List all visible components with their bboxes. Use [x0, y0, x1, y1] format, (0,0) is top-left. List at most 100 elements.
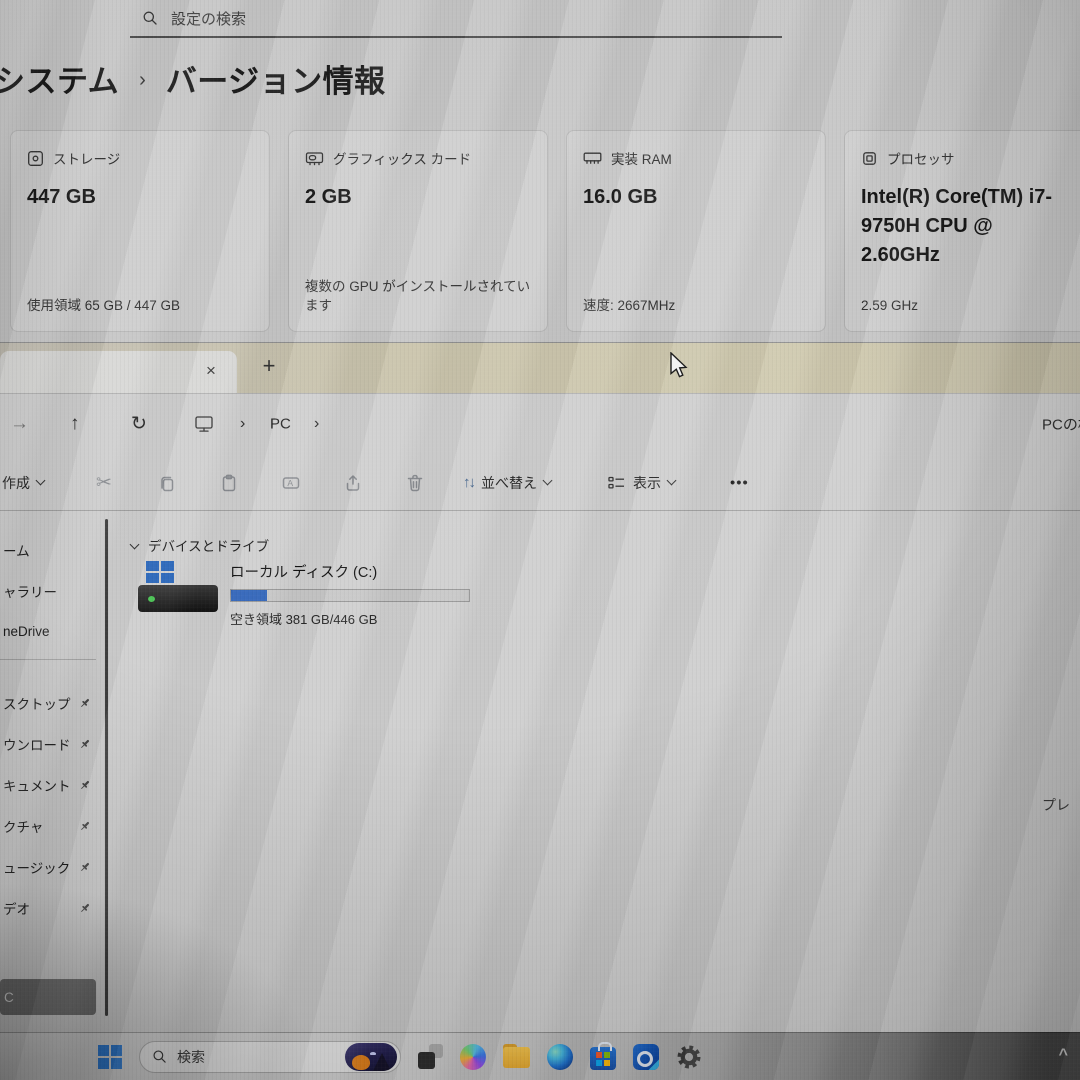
chevron-down-icon: [667, 476, 677, 486]
pin-icon: [79, 902, 91, 914]
card-gpu-desc: 複数の GPU がインストールされています: [305, 278, 531, 316]
card-storage-desc: 使用領域 65 GB / 447 GB: [27, 297, 253, 316]
settings-button[interactable]: [676, 1044, 702, 1070]
sidebar-item-documents[interactable]: キュメント: [0, 764, 100, 805]
sidebar-item-pc-selected[interactable]: C: [0, 979, 96, 1015]
breadcrumb-pc[interactable]: PC: [270, 416, 291, 433]
file-explorer-button[interactable]: [503, 1047, 530, 1068]
refresh-icon[interactable]: ↻: [131, 413, 147, 436]
sidebar-item-label: ャラリー: [3, 581, 57, 601]
microsoft-store-button[interactable]: [590, 1047, 616, 1070]
pin-icon: [79, 820, 91, 832]
sidebar-item-label: neDrive: [3, 624, 50, 639]
card-gpu-value: 2 GB: [305, 183, 531, 212]
sidebar-item-label: キュメント: [3, 775, 71, 795]
drive-info: ローカル ディスク (C:) 空き領域 381 GB/446 GB: [230, 561, 470, 628]
chevron-right-icon[interactable]: ›: [240, 415, 245, 433]
start-button[interactable]: [98, 1045, 122, 1069]
sidebar-item-pictures[interactable]: クチャ: [0, 805, 100, 846]
edge-button[interactable]: [547, 1044, 573, 1070]
settings-search-placeholder: 設定の検索: [171, 8, 246, 29]
new-tab-button[interactable]: +: [256, 353, 282, 379]
copilot-button[interactable]: [460, 1044, 486, 1070]
settings-search-box[interactable]: 設定の検索: [130, 0, 782, 38]
sidebar-item-label: ウンロード: [3, 734, 71, 754]
pin-icon: [79, 779, 91, 791]
card-gpu: グラフィックス カード 2 GB 複数の GPU がインストールされています: [288, 130, 548, 332]
rename-icon[interactable]: A: [281, 473, 301, 493]
sidebar: ーム ャラリー neDrive スクトップ ウンロード キュメント: [0, 529, 100, 928]
devices-and-drives-header[interactable]: デバイスとドライブ: [131, 535, 269, 555]
task-view-button[interactable]: [418, 1044, 443, 1069]
sort-button[interactable]: ↑↓ 並べ替え: [463, 473, 551, 493]
drive-c-item[interactable]: ローカル ディスク (C:) 空き領域 381 GB/446 GB: [138, 561, 470, 628]
breadcrumb-system[interactable]: システム: [0, 56, 119, 101]
taskbar: 検索 ^: [0, 1032, 1080, 1080]
up-icon[interactable]: ↑: [70, 413, 80, 435]
sidebar-item-label: ュージック: [3, 857, 70, 877]
tray-chevron-icon[interactable]: ^: [1059, 1046, 1068, 1064]
navigation-bar: → ↑ ↻ › PC › PCの検索: [0, 393, 1080, 455]
chevron-right-icon: ›: [139, 65, 146, 92]
card-ram-header: 実装 RAM: [583, 148, 809, 168]
tab-pc[interactable]: ×: [0, 351, 237, 393]
sidebar-item-home[interactable]: ーム: [0, 529, 100, 570]
gpu-icon: [305, 151, 324, 166]
cut-icon[interactable]: ✂: [96, 471, 112, 494]
chevron-right-icon[interactable]: ›: [314, 415, 319, 433]
bing-daily-image[interactable]: [345, 1043, 397, 1071]
card-gpu-label: グラフィックス カード: [333, 148, 471, 168]
drive-free-space: 空き領域 381 GB/446 GB: [230, 609, 470, 628]
card-storage: ストレージ 447 GB 使用領域 65 GB / 447 GB: [10, 130, 270, 332]
card-ram-label: 実装 RAM: [611, 148, 672, 168]
card-cpu-value: Intel(R) Core(TM) i7-9750H CPU @ 2.60GHz: [861, 183, 1077, 270]
pin-icon: [79, 738, 91, 750]
new-button[interactable]: 作成: [2, 473, 44, 493]
view-button[interactable]: 表示: [607, 473, 675, 493]
storage-icon: [27, 150, 44, 167]
sidebar-item-desktop[interactable]: スクトップ: [0, 682, 100, 723]
share-icon[interactable]: [343, 473, 363, 493]
taskbar-icons: 検索: [98, 1033, 702, 1080]
more-options-button[interactable]: •••: [730, 474, 749, 491]
sidebar-item-music[interactable]: ュージック: [0, 846, 100, 887]
cpu-icon: [861, 150, 878, 167]
tab-bar: × +: [0, 343, 1080, 393]
divider: [0, 393, 1080, 394]
explorer-search-input[interactable]: PCの検索: [1042, 414, 1080, 435]
view-icon: [607, 475, 626, 491]
card-storage-value: 447 GB: [27, 183, 253, 212]
outlook-button[interactable]: [633, 1044, 659, 1070]
search-icon: [152, 1049, 167, 1064]
file-explorer-window: × + → ↑ ↻ › PC › PCの検索 作成 ✂ A: [0, 342, 1080, 1032]
delete-icon[interactable]: [405, 473, 425, 493]
mouse-cursor: [668, 352, 690, 382]
chevron-down-icon: [543, 476, 553, 486]
sidebar-item-gallery[interactable]: ャラリー: [0, 570, 100, 611]
sidebar-item-downloads[interactable]: ウンロード: [0, 723, 100, 764]
page-title: バージョン情報: [166, 56, 386, 101]
sidebar-item-label: クチャ: [3, 816, 43, 836]
sidebar-item-onedrive[interactable]: neDrive: [0, 611, 100, 652]
new-button-label: 作成: [2, 473, 30, 493]
taskbar-search[interactable]: 検索: [139, 1041, 401, 1073]
forward-icon[interactable]: →: [10, 413, 29, 435]
sidebar-item-label: C: [4, 990, 14, 1005]
sidebar-item-videos[interactable]: デオ: [0, 887, 100, 928]
copy-icon[interactable]: [157, 473, 177, 493]
explorer-body: ーム ャラリー neDrive スクトップ ウンロード キュメント: [0, 511, 1080, 1032]
preview-pane-text: プレ: [1042, 795, 1080, 815]
ram-icon: [583, 151, 602, 165]
pane-splitter[interactable]: [105, 519, 108, 1016]
store-flag-icon: [596, 1052, 610, 1066]
this-pc-icon: [194, 415, 214, 434]
paste-icon[interactable]: [219, 473, 239, 493]
view-button-label: 表示: [633, 473, 661, 493]
drive-icon: [138, 561, 218, 623]
drive-name: ローカル ディスク (C:): [230, 561, 470, 582]
search-icon: [142, 10, 158, 26]
card-ram-desc: 速度: 2667MHz: [583, 297, 809, 316]
tab-close-icon[interactable]: ×: [200, 360, 222, 382]
chevron-down-icon: [130, 539, 140, 549]
card-cpu: プロセッサ Intel(R) Core(TM) i7-9750H CPU @ 2…: [844, 130, 1080, 332]
